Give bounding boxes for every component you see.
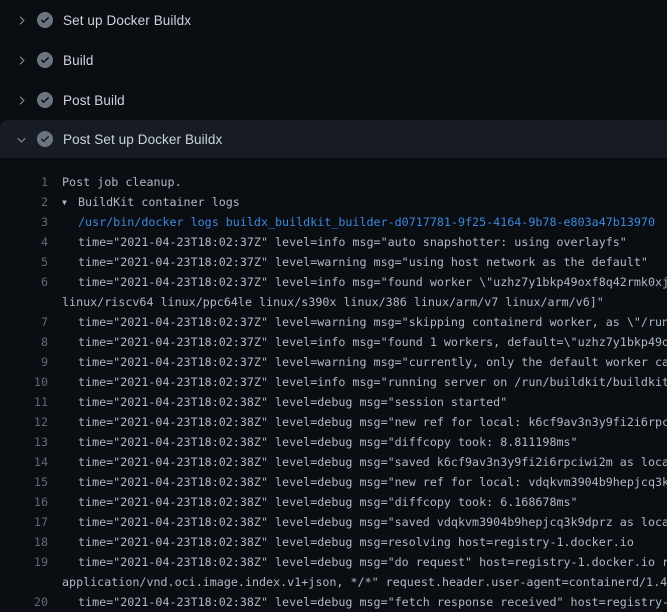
log-line-text: ▼BuildKit container logs xyxy=(62,192,240,212)
log-line: linux/riscv64 linux/ppc64le linux/s390x … xyxy=(0,292,667,312)
log-line-number[interactable]: 3 xyxy=(0,212,48,232)
log-line: 20 time="2021-04-23T18:02:38Z" level=deb… xyxy=(0,592,667,612)
check-circle-icon xyxy=(37,131,53,147)
log-line-text: linux/riscv64 linux/ppc64le linux/s390x … xyxy=(62,292,604,312)
log-command: /usr/bin/docker logs buildx_buildkit_bui… xyxy=(78,212,655,232)
log-line: 19 time="2021-04-23T18:02:38Z" level=deb… xyxy=(0,552,667,572)
step-title: Post Build xyxy=(63,93,125,108)
log-line-text: time="2021-04-23T18:02:37Z" level=warnin… xyxy=(78,312,667,332)
chevron-right-icon xyxy=(13,92,29,108)
log-line-number[interactable]: 8 xyxy=(0,332,48,352)
log-line-number[interactable]: 4 xyxy=(0,232,48,252)
log-output: 1 Post job cleanup. 2 ▼BuildKit containe… xyxy=(0,158,667,612)
chevron-right-icon xyxy=(13,52,29,68)
log-line: 9 time="2021-04-23T18:02:37Z" level=warn… xyxy=(0,352,667,372)
log-line: 14 time="2021-04-23T18:02:38Z" level=deb… xyxy=(0,452,667,472)
log-line: 12 time="2021-04-23T18:02:38Z" level=deb… xyxy=(0,412,667,432)
log-line: 10 time="2021-04-23T18:02:37Z" level=inf… xyxy=(0,372,667,392)
log-line-text: time="2021-04-23T18:02:37Z" level=info m… xyxy=(78,372,667,392)
log-line-number[interactable]: 12 xyxy=(0,412,48,432)
log-line-number[interactable]: 20 xyxy=(0,592,48,612)
log-line-number[interactable]: 5 xyxy=(0,252,48,272)
log-line-number[interactable]: 11 xyxy=(0,392,48,412)
step-header-set-up-docker-buildx[interactable]: Set up Docker Buildx xyxy=(0,0,667,40)
chevron-right-icon xyxy=(13,12,29,28)
log-line: 17 time="2021-04-23T18:02:38Z" level=deb… xyxy=(0,512,667,532)
log-line-text: time="2021-04-23T18:02:38Z" level=debug … xyxy=(78,472,667,492)
log-line-number[interactable]: 17 xyxy=(0,512,48,532)
log-line: 4 time="2021-04-23T18:02:37Z" level=info… xyxy=(0,232,667,252)
log-line-text: time="2021-04-23T18:02:37Z" level=warnin… xyxy=(78,252,648,272)
log-line-text: time="2021-04-23T18:02:38Z" level=debug … xyxy=(78,532,634,552)
steps-list: Set up Docker Buildx Build Post Build xyxy=(0,0,667,158)
step-title: Post Set up Docker Buildx xyxy=(63,132,222,147)
log-line-number[interactable]: 2 xyxy=(0,192,48,212)
log-line: 5 time="2021-04-23T18:02:37Z" level=warn… xyxy=(0,252,667,272)
log-line-number xyxy=(0,292,48,312)
log-line-text: application/vnd.oci.image.index.v1+json,… xyxy=(62,572,667,592)
log-line-text: time="2021-04-23T18:02:37Z" level=info m… xyxy=(78,332,667,352)
triangle-down-icon: ▼ xyxy=(62,193,78,212)
log-line-number[interactable]: 15 xyxy=(0,472,48,492)
log-line-number[interactable]: 16 xyxy=(0,492,48,512)
log-line-number[interactable]: 13 xyxy=(0,432,48,452)
log-line: 1 Post job cleanup. xyxy=(0,172,667,192)
log-line-text: time="2021-04-23T18:02:38Z" level=debug … xyxy=(78,552,667,572)
chevron-down-icon xyxy=(13,131,29,147)
log-line-text: time="2021-04-23T18:02:37Z" level=info m… xyxy=(78,272,667,292)
log-line: 18 time="2021-04-23T18:02:38Z" level=deb… xyxy=(0,532,667,552)
check-circle-icon xyxy=(37,92,53,108)
log-line-number xyxy=(0,572,48,592)
log-line-text: time="2021-04-23T18:02:38Z" level=debug … xyxy=(78,432,578,452)
actions-log-viewer: Set up Docker Buildx Build Post Build xyxy=(0,0,667,612)
step-title: Build xyxy=(63,53,94,68)
log-line-number[interactable]: 7 xyxy=(0,312,48,332)
log-line-number[interactable]: 1 xyxy=(0,172,48,192)
log-line: 11 time="2021-04-23T18:02:38Z" level=deb… xyxy=(0,392,667,412)
log-line-text: time="2021-04-23T18:02:38Z" level=debug … xyxy=(78,492,578,512)
log-line: 16 time="2021-04-23T18:02:38Z" level=deb… xyxy=(0,492,667,512)
log-line-text: time="2021-04-23T18:02:37Z" level=info m… xyxy=(78,232,627,252)
log-line-text: time="2021-04-23T18:02:37Z" level=warnin… xyxy=(78,352,667,372)
step-title: Set up Docker Buildx xyxy=(63,13,191,28)
log-line-text: Post job cleanup. xyxy=(62,172,182,192)
log-line: 3 /usr/bin/docker logs buildx_buildkit_b… xyxy=(0,212,667,232)
log-line-text: time="2021-04-23T18:02:38Z" level=debug … xyxy=(78,392,507,412)
log-group-toggle[interactable]: 2 ▼BuildKit container logs xyxy=(0,192,667,212)
log-line: 7 time="2021-04-23T18:02:37Z" level=warn… xyxy=(0,312,667,332)
log-line-number[interactable]: 6 xyxy=(0,272,48,292)
log-line: 15 time="2021-04-23T18:02:38Z" level=deb… xyxy=(0,472,667,492)
log-line-number[interactable]: 14 xyxy=(0,452,48,472)
log-line-text: time="2021-04-23T18:02:38Z" level=debug … xyxy=(78,512,667,532)
check-circle-icon xyxy=(37,52,53,68)
step-header-post-set-up-docker-buildx[interactable]: Post Set up Docker Buildx xyxy=(0,120,667,158)
log-line-number[interactable]: 10 xyxy=(0,372,48,392)
log-line-text: time="2021-04-23T18:02:38Z" level=debug … xyxy=(78,452,667,472)
log-line: application/vnd.oci.image.index.v1+json,… xyxy=(0,572,667,592)
log-line-number[interactable]: 19 xyxy=(0,552,48,572)
log-line-number[interactable]: 18 xyxy=(0,532,48,552)
step-header-build[interactable]: Build xyxy=(0,40,667,80)
log-line-text: time="2021-04-23T18:02:38Z" level=debug … xyxy=(78,592,667,612)
step-header-post-build[interactable]: Post Build xyxy=(0,80,667,120)
log-line-text: time="2021-04-23T18:02:38Z" level=debug … xyxy=(78,412,667,432)
check-circle-icon xyxy=(37,12,53,28)
log-line: 8 time="2021-04-23T18:02:37Z" level=info… xyxy=(0,332,667,352)
log-line: 6 time="2021-04-23T18:02:37Z" level=info… xyxy=(0,272,667,292)
log-line: 13 time="2021-04-23T18:02:38Z" level=deb… xyxy=(0,432,667,452)
log-line-number[interactable]: 9 xyxy=(0,352,48,372)
